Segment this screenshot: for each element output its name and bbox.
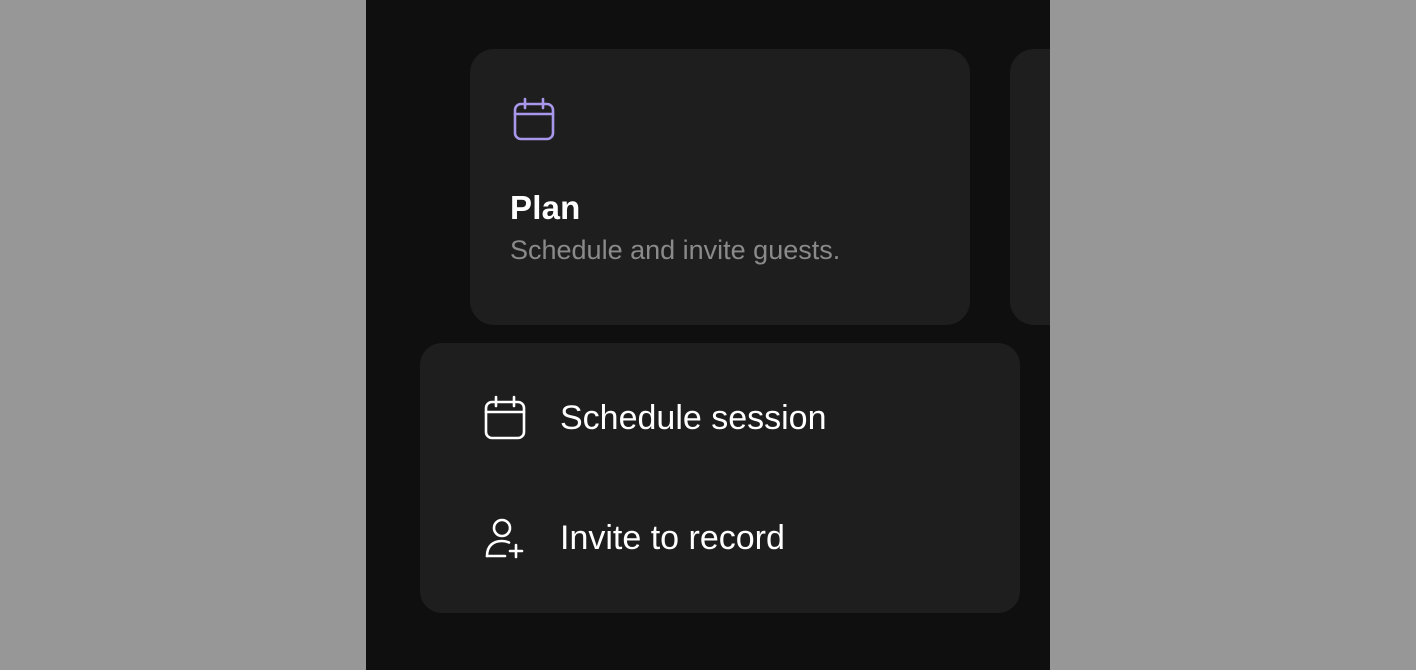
backdrop-left [0, 0, 366, 670]
menu-item-label: Schedule session [560, 399, 827, 437]
calendar-icon [482, 395, 528, 441]
next-card-peek[interactable] [1010, 49, 1050, 325]
plan-dropdown-menu: Schedule session Invite to record [420, 343, 1020, 613]
menu-item-schedule-session[interactable]: Schedule session [420, 358, 1020, 478]
menu-item-label: Invite to record [560, 519, 785, 557]
user-plus-icon [482, 515, 528, 561]
plan-card-subtitle: Schedule and invite guests. [510, 235, 841, 265]
plan-card[interactable]: Plan Schedule and invite guests. [470, 49, 970, 325]
menu-item-invite-to-record[interactable]: Invite to record [420, 478, 1020, 598]
app-window: Plan Schedule and invite guests. Schedul… [366, 0, 1050, 670]
plan-card-title: Plan [510, 189, 581, 226]
calendar-icon [513, 97, 555, 141]
backdrop-right [1050, 0, 1416, 670]
